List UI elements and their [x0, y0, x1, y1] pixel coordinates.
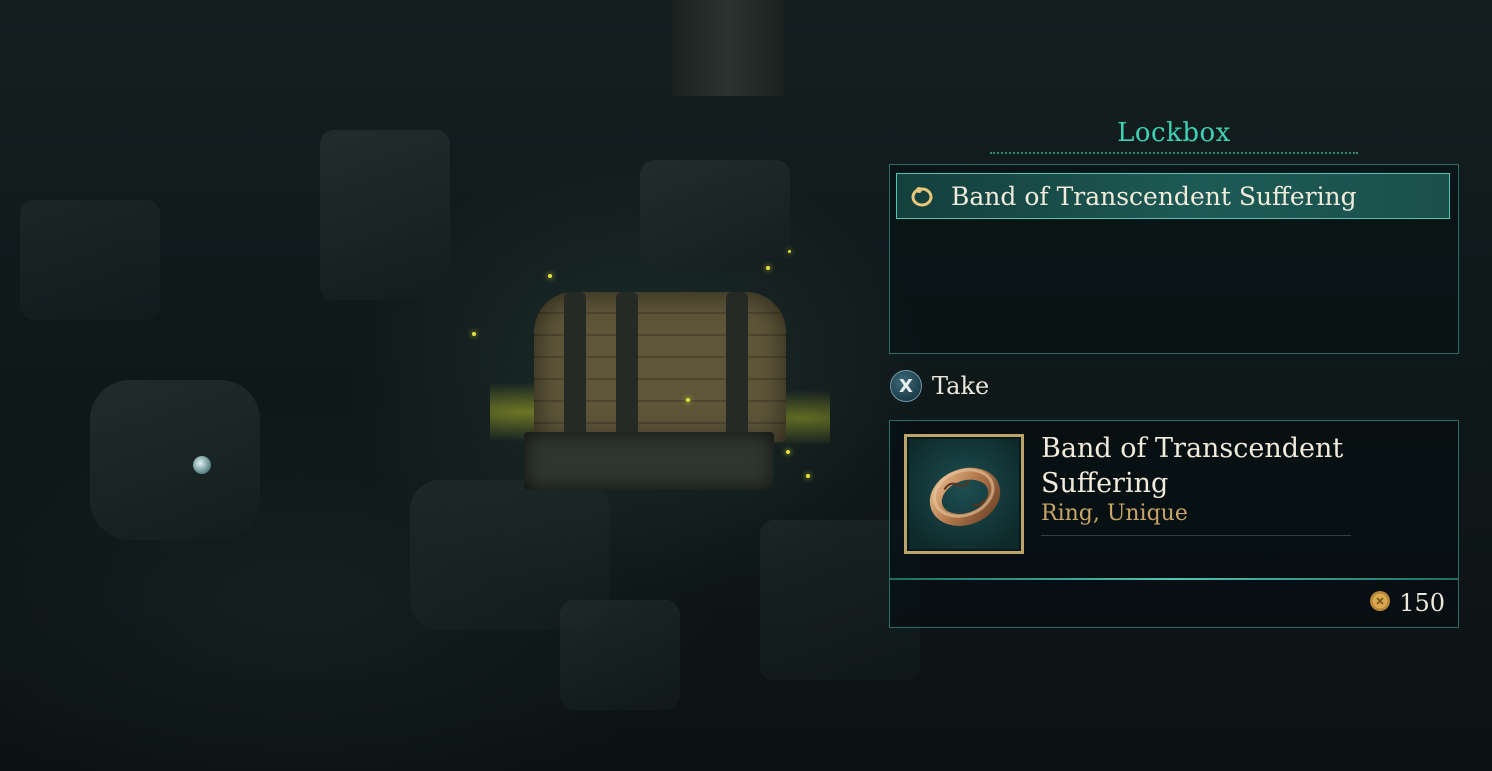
container-title: Lockbox — [1117, 118, 1231, 148]
item-name-line-1: Band of Transcendent — [1041, 433, 1344, 464]
detail-divider — [1041, 535, 1351, 536]
item-type-rarity: Ring, Unique — [1041, 501, 1188, 526]
rock — [320, 130, 450, 300]
x-button-icon[interactable]: X — [890, 370, 922, 402]
item-detail-panel: Band of Transcendent Suffering Ring, Uni… — [889, 420, 1459, 628]
chest-base — [524, 432, 774, 490]
take-prompt[interactable]: X Take — [890, 369, 989, 403]
loot-list-panel: Band of Transcendent Suffering — [889, 164, 1459, 354]
gold-coin-icon — [1369, 590, 1391, 616]
spark — [786, 450, 790, 454]
ring-icon — [929, 467, 1001, 526]
wooden-post — [672, 0, 784, 96]
glowing-orb — [193, 456, 211, 474]
take-label: Take — [932, 372, 990, 400]
spark — [766, 266, 770, 270]
item-name-line-2: Suffering — [1041, 468, 1169, 499]
treasure-chest[interactable] — [490, 292, 830, 492]
detail-footer-divider — [890, 578, 1458, 580]
rock — [560, 600, 680, 710]
title-divider — [990, 152, 1358, 154]
item-name: Band of Transcendent Suffering — [1041, 431, 1441, 501]
loot-item-label: Band of Transcendent Suffering — [951, 181, 1357, 211]
spark — [548, 274, 552, 278]
ring-icon — [909, 183, 935, 209]
item-price: 150 — [1369, 589, 1445, 617]
rock — [640, 160, 790, 270]
chest-band — [726, 292, 748, 442]
spark — [472, 332, 476, 336]
rock — [90, 380, 260, 540]
spark — [788, 250, 791, 253]
spark — [806, 474, 810, 478]
spark — [686, 398, 690, 402]
game-world-background — [0, 0, 1492, 771]
chest-band — [616, 292, 638, 442]
rock — [20, 200, 160, 320]
chest-band — [564, 292, 586, 442]
item-image-frame — [904, 434, 1024, 554]
price-value: 150 — [1399, 589, 1445, 617]
loot-item-band-of-transcendent-suffering[interactable]: Band of Transcendent Suffering — [896, 173, 1450, 219]
